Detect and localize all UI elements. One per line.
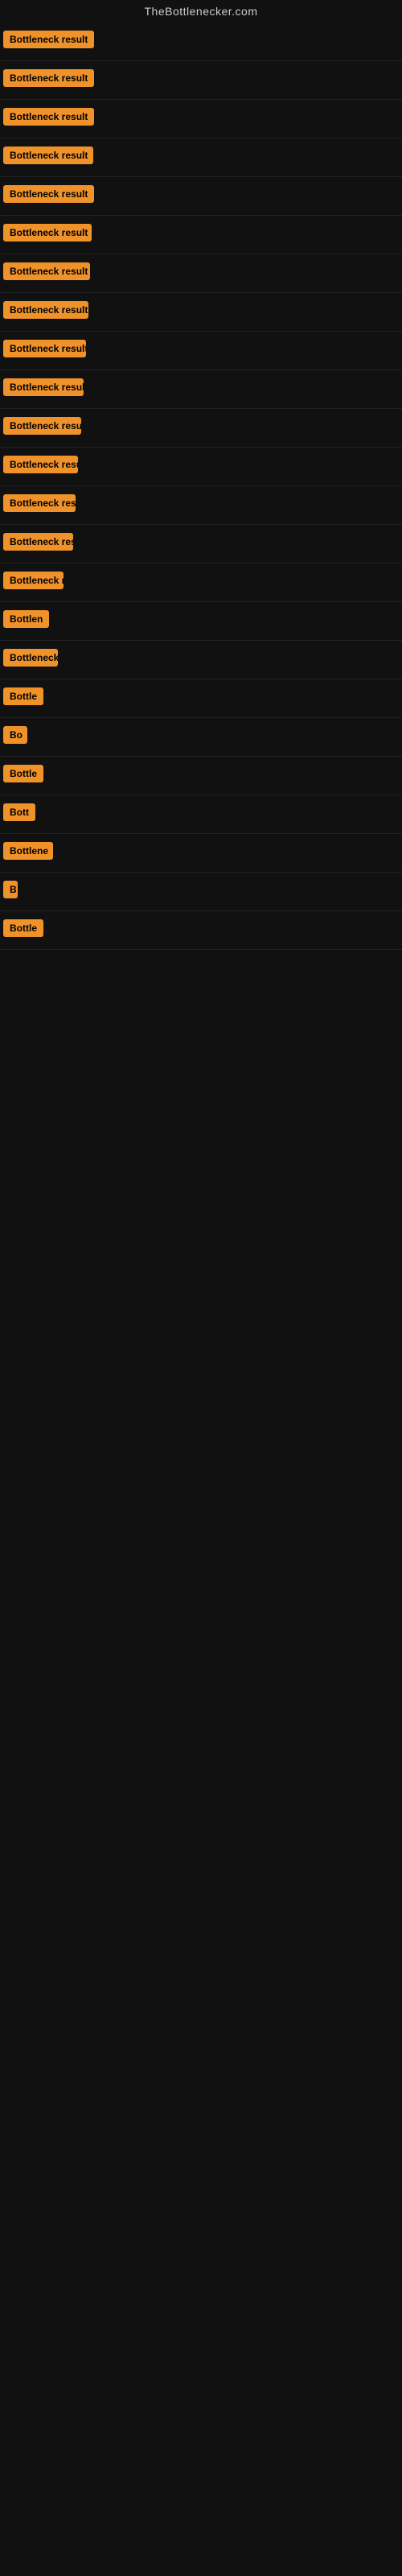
bottleneck-row: Bo [0, 718, 402, 757]
bottleneck-row: Bottlene [0, 834, 402, 873]
bottleneck-badge-15[interactable]: Bottleneck r [3, 572, 64, 589]
bottleneck-badge-9[interactable]: Bottleneck result [3, 340, 86, 357]
bottleneck-badge-4[interactable]: Bottleneck result [3, 147, 93, 164]
bottleneck-row: Bottle [0, 757, 402, 795]
bottleneck-badge-10[interactable]: Bottleneck result [3, 378, 84, 396]
bottleneck-row: Bottleneck result [0, 486, 402, 525]
bottleneck-row: Bottleneck resul [0, 448, 402, 486]
bottleneck-badge-20[interactable]: Bottle [3, 765, 43, 782]
bottleneck-badge-18[interactable]: Bottle [3, 687, 43, 705]
bottleneck-row: Bottlen [0, 602, 402, 641]
bottleneck-row: Bottleneck result [0, 293, 402, 332]
bottleneck-row: Bottleneck result [0, 370, 402, 409]
bottleneck-row: Bottleneck [0, 641, 402, 679]
bottleneck-row: Bottleneck result [0, 409, 402, 448]
bottleneck-badge-17[interactable]: Bottleneck [3, 649, 58, 667]
bottleneck-row: Bottle [0, 911, 402, 950]
bottleneck-badge-22[interactable]: Bottlene [3, 842, 53, 860]
bottleneck-row: Bottleneck result [0, 100, 402, 138]
bottleneck-row: Bottleneck result [0, 61, 402, 100]
bottleneck-badge-11[interactable]: Bottleneck result [3, 417, 81, 435]
bottleneck-badge-19[interactable]: Bo [3, 726, 27, 744]
bottleneck-row: Bottleneck result [0, 23, 402, 61]
bottleneck-row: Bott [0, 795, 402, 834]
bottleneck-row: Bottleneck result [0, 254, 402, 293]
bottleneck-badge-23[interactable]: B [3, 881, 18, 898]
bottleneck-badge-7[interactable]: Bottleneck result [3, 262, 90, 280]
bottleneck-badge-6[interactable]: Bottleneck result [3, 224, 92, 242]
bottleneck-row: Bottleneck result [0, 138, 402, 177]
bottleneck-badge-24[interactable]: Bottle [3, 919, 43, 937]
bottleneck-badge-5[interactable]: Bottleneck result [3, 185, 94, 203]
bottleneck-badge-3[interactable]: Bottleneck result [3, 108, 94, 126]
bottleneck-badge-16[interactable]: Bottlen [3, 610, 49, 628]
bottleneck-row: Bottleneck result [0, 525, 402, 564]
site-title: TheBottlenecker.com [0, 0, 402, 23]
bottleneck-badge-8[interactable]: Bottleneck result [3, 301, 88, 319]
bottleneck-row: Bottleneck result [0, 216, 402, 254]
bottleneck-badge-2[interactable]: Bottleneck result [3, 69, 94, 87]
bottleneck-badge-13[interactable]: Bottleneck result [3, 494, 76, 512]
bottleneck-row: Bottleneck result [0, 177, 402, 216]
bottleneck-badge-21[interactable]: Bott [3, 803, 35, 821]
bottleneck-row: B [0, 873, 402, 911]
bottleneck-badge-1[interactable]: Bottleneck result [3, 31, 94, 48]
bottleneck-badge-14[interactable]: Bottleneck result [3, 533, 73, 551]
bottleneck-row: Bottleneck result [0, 332, 402, 370]
bottleneck-badge-12[interactable]: Bottleneck resul [3, 456, 78, 473]
bottleneck-row: Bottleneck r [0, 564, 402, 602]
bottleneck-row: Bottle [0, 679, 402, 718]
